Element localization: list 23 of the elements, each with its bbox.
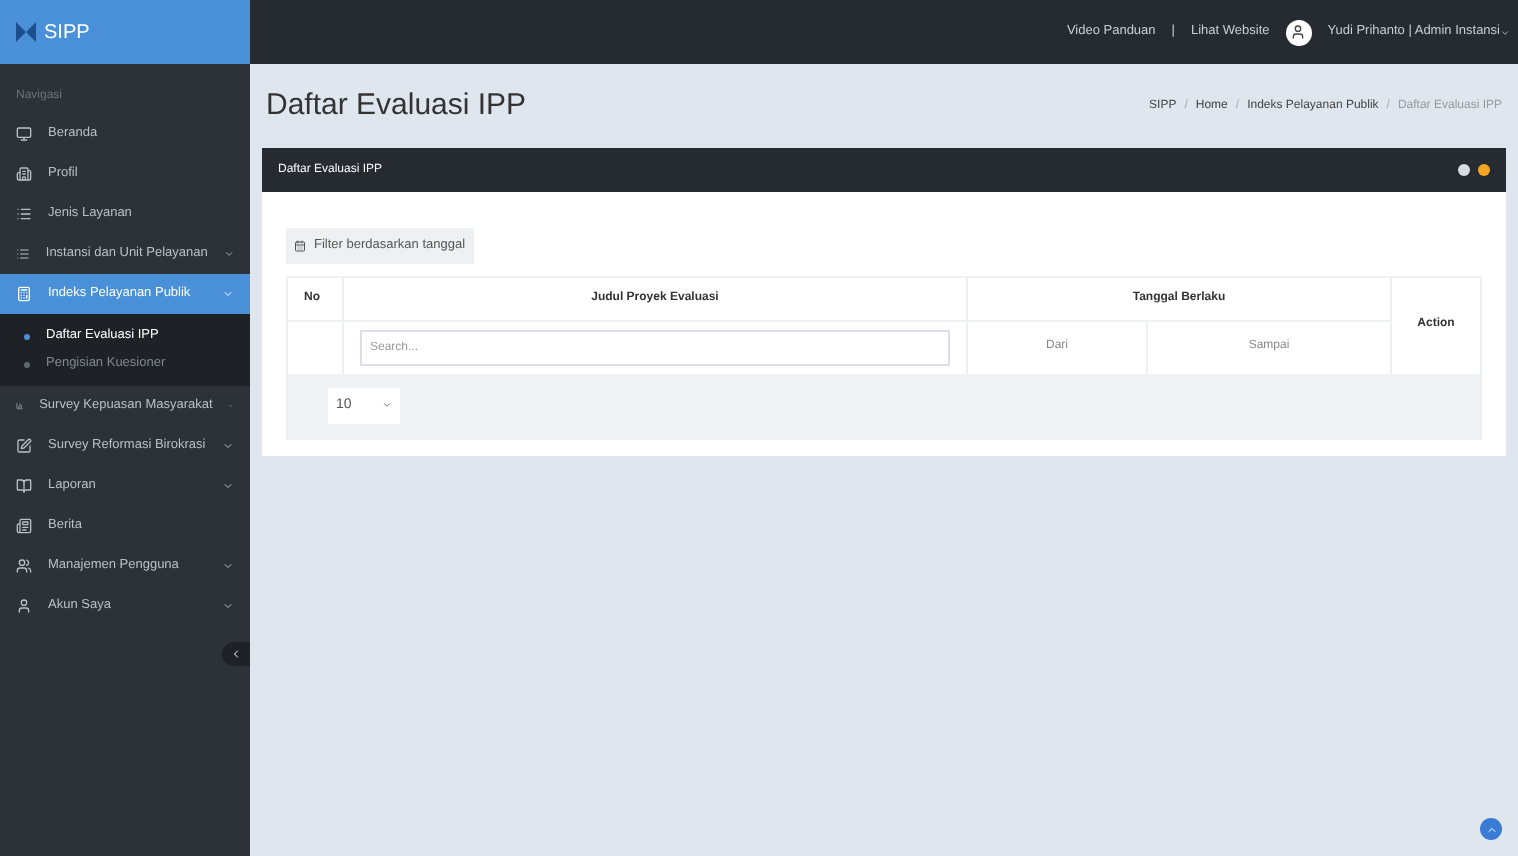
- nav-icon: [16, 478, 32, 494]
- nav-icon: [16, 438, 32, 454]
- nav-icon: [16, 166, 32, 182]
- logo-icon: [16, 22, 36, 42]
- brand-name: SIPP: [44, 19, 90, 47]
- chevron-left-icon: [230, 648, 242, 660]
- nav-icon: [16, 518, 32, 534]
- nav-icon: [16, 598, 32, 614]
- scroll-top-button[interactable]: [1480, 818, 1502, 840]
- nav-icon: [16, 558, 32, 574]
- page-title: Daftar Evaluasi IPP: [266, 85, 527, 126]
- nav-icon: [16, 286, 32, 302]
- nav-icon: [16, 398, 24, 414]
- bullet-icon: [24, 361, 30, 367]
- caret-icon: [1500, 27, 1510, 37]
- avatar-icon: [1285, 19, 1312, 45]
- chevron-up-icon: [1485, 823, 1497, 835]
- calendar-icon: [294, 239, 306, 252]
- bullet-icon: [24, 333, 30, 339]
- nav-icon: [16, 126, 32, 142]
- nav-icon: [16, 206, 32, 222]
- nav-icon: [16, 246, 30, 262]
- caret-icon: [382, 400, 392, 411]
